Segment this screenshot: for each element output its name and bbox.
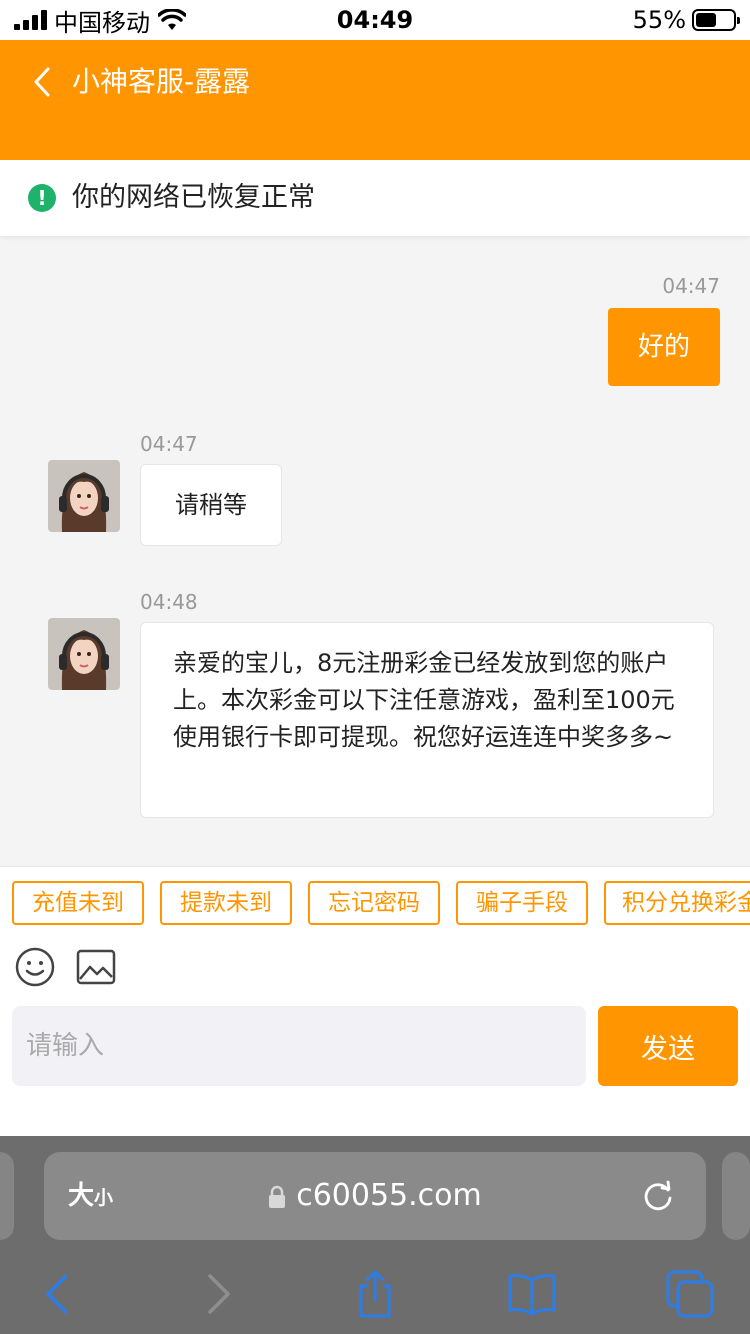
page-title: 小神客服-露露	[72, 65, 251, 98]
tabs-icon[interactable]	[664, 1268, 716, 1320]
send-button[interactable]: 发送	[598, 1006, 738, 1086]
quick-reply-bar[interactable]: 充值未到 提款未到 忘记密码 骗子手段 积分兑换彩金	[0, 866, 750, 939]
previous-tab-peek[interactable]	[0, 1152, 14, 1240]
quick-reply-button[interactable]: 充值未到	[12, 881, 144, 925]
agent-avatar[interactable]	[48, 460, 120, 532]
status-right: 55%	[632, 4, 740, 36]
quick-reply-button[interactable]: 骗子手段	[456, 881, 588, 925]
smiley-icon[interactable]	[14, 946, 56, 988]
message-time: 04:48	[140, 590, 198, 614]
lock-icon	[269, 1185, 286, 1208]
battery-percent: 55%	[632, 6, 686, 34]
message-bubble-incoming[interactable]: 请稍等	[140, 464, 282, 546]
address-bar[interactable]: 大小 c60055.com	[44, 1152, 706, 1240]
avatar-image	[48, 618, 120, 690]
image-icon[interactable]	[75, 946, 117, 988]
battery-icon	[692, 9, 740, 31]
chat-header: 小神客服-露露	[0, 40, 750, 160]
status-bar: 中国移动 04:49 55%	[0, 0, 750, 40]
browser-nav-row	[0, 1264, 750, 1324]
avatar-image	[48, 460, 120, 532]
share-icon[interactable]	[349, 1268, 401, 1320]
browser-forward-icon[interactable]	[192, 1268, 244, 1320]
input-toolbar	[0, 938, 750, 1000]
quick-reply-button[interactable]: 忘记密码	[308, 881, 440, 925]
quick-reply-button[interactable]: 提款未到	[160, 881, 292, 925]
url-display[interactable]: c60055.com	[44, 1174, 706, 1218]
url-text: c60055.com	[296, 1178, 482, 1213]
network-notice: ! 你的网络已恢复正常	[0, 160, 750, 236]
back-button[interactable]	[24, 62, 60, 102]
message-input[interactable]	[12, 1006, 586, 1086]
message-time: 04:47	[662, 274, 720, 298]
browser-toolbar: 大小 c60055.com	[0, 1136, 750, 1334]
quick-reply-button[interactable]: 积分兑换彩金	[604, 881, 750, 925]
battery-tip	[737, 17, 740, 24]
browser-back-icon[interactable]	[32, 1268, 84, 1320]
battery-fill	[696, 13, 716, 27]
chevron-left-icon	[34, 67, 50, 97]
message-composer: 发送	[0, 1000, 750, 1136]
notice-text: 你的网络已恢复正常	[72, 182, 315, 213]
next-tab-peek[interactable]	[722, 1152, 750, 1240]
message-bubble-incoming[interactable]: 亲爱的宝儿，8元注册彩金已经发放到您的账户上。本次彩金可以下注任意游戏，盈利至1…	[140, 622, 714, 818]
agent-avatar[interactable]	[48, 618, 120, 690]
chat-messages[interactable]: 04:47 好的 04:47 请稍等 04:48 亲爱的宝儿，8元注册彩金已经发…	[0, 236, 750, 866]
success-icon: !	[28, 184, 56, 212]
bookmarks-icon[interactable]	[506, 1268, 558, 1320]
message-time: 04:47	[140, 432, 198, 456]
message-bubble-outgoing[interactable]: 好的	[607, 308, 720, 386]
reload-icon[interactable]	[638, 1176, 678, 1216]
